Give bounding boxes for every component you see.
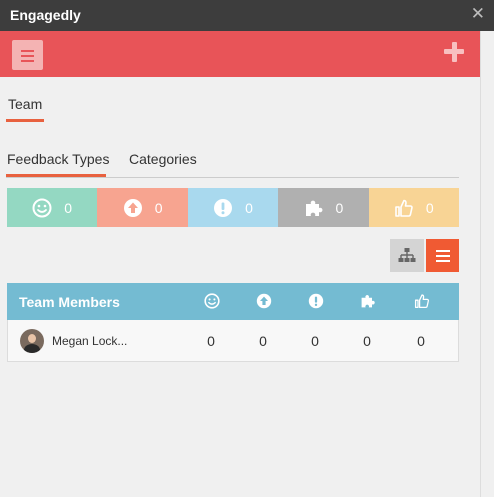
- feedback-tabs: Feedback Types Categories: [6, 150, 459, 178]
- app-header: [0, 31, 480, 77]
- tab-team-indicator: [6, 119, 44, 122]
- puzzle-icon: [361, 295, 375, 308]
- exclamation-circle-icon: [214, 198, 233, 217]
- team-members-table: Team Members Megan Lock... 0 0 0 0 0: [7, 283, 459, 362]
- column-header-team-members: Team Members: [19, 294, 120, 310]
- window-title: Engagedly: [10, 7, 81, 23]
- stat-value: 0: [335, 199, 344, 216]
- list-icon: [436, 250, 450, 252]
- plus-icon[interactable]: [444, 42, 464, 62]
- stat-value: 0: [154, 199, 163, 216]
- active-tab-indicator: [6, 174, 106, 177]
- avatar: [20, 329, 44, 353]
- stat-exclamation[interactable]: 0: [187, 188, 279, 227]
- member-name[interactable]: Megan Lock...: [52, 334, 127, 348]
- close-icon[interactable]: ✕: [471, 4, 485, 24]
- list-view-button[interactable]: [426, 239, 459, 272]
- hamburger-menu-icon[interactable]: [12, 40, 43, 70]
- stat-puzzle[interactable]: 0: [278, 188, 369, 227]
- stat-value: 0: [245, 199, 253, 216]
- feedback-stats: 0 0 0 0 0: [7, 188, 460, 227]
- tab-feedback-types[interactable]: Feedback Types: [7, 151, 109, 167]
- table-row[interactable]: Megan Lock... 0 0 0 0 0: [7, 320, 459, 362]
- exclamation-circle-icon: [308, 293, 324, 309]
- smile-icon: [204, 293, 220, 309]
- stat-value: 0: [64, 199, 73, 216]
- cell-thumbs-up: 0: [417, 333, 425, 349]
- puzzle-icon: [305, 200, 322, 216]
- arrow-up-circle-icon: [123, 198, 142, 217]
- stat-thumbs-up[interactable]: 0: [368, 188, 460, 227]
- org-chart-view-button[interactable]: [390, 239, 424, 272]
- cell-puzzle: 0: [363, 333, 371, 349]
- cell-smile: 0: [207, 333, 215, 349]
- thumbs-up-icon: [414, 294, 430, 309]
- window-titlebar: Engagedly ✕: [0, 0, 494, 31]
- stat-smile[interactable]: 0: [7, 188, 98, 227]
- scrollbar[interactable]: [480, 31, 494, 497]
- smile-icon: [32, 198, 52, 217]
- tab-team[interactable]: Team: [8, 96, 42, 112]
- cell-arrow-up: 0: [259, 333, 267, 349]
- thumbs-up-icon: [395, 199, 413, 217]
- tab-categories[interactable]: Categories: [129, 151, 197, 167]
- stat-value: 0: [425, 199, 434, 216]
- arrow-up-circle-icon: [256, 293, 272, 309]
- table-header: Team Members: [7, 283, 459, 320]
- org-chart-icon: [398, 248, 416, 262]
- cell-exclamation: 0: [311, 333, 319, 349]
- stat-arrow-up[interactable]: 0: [97, 188, 188, 227]
